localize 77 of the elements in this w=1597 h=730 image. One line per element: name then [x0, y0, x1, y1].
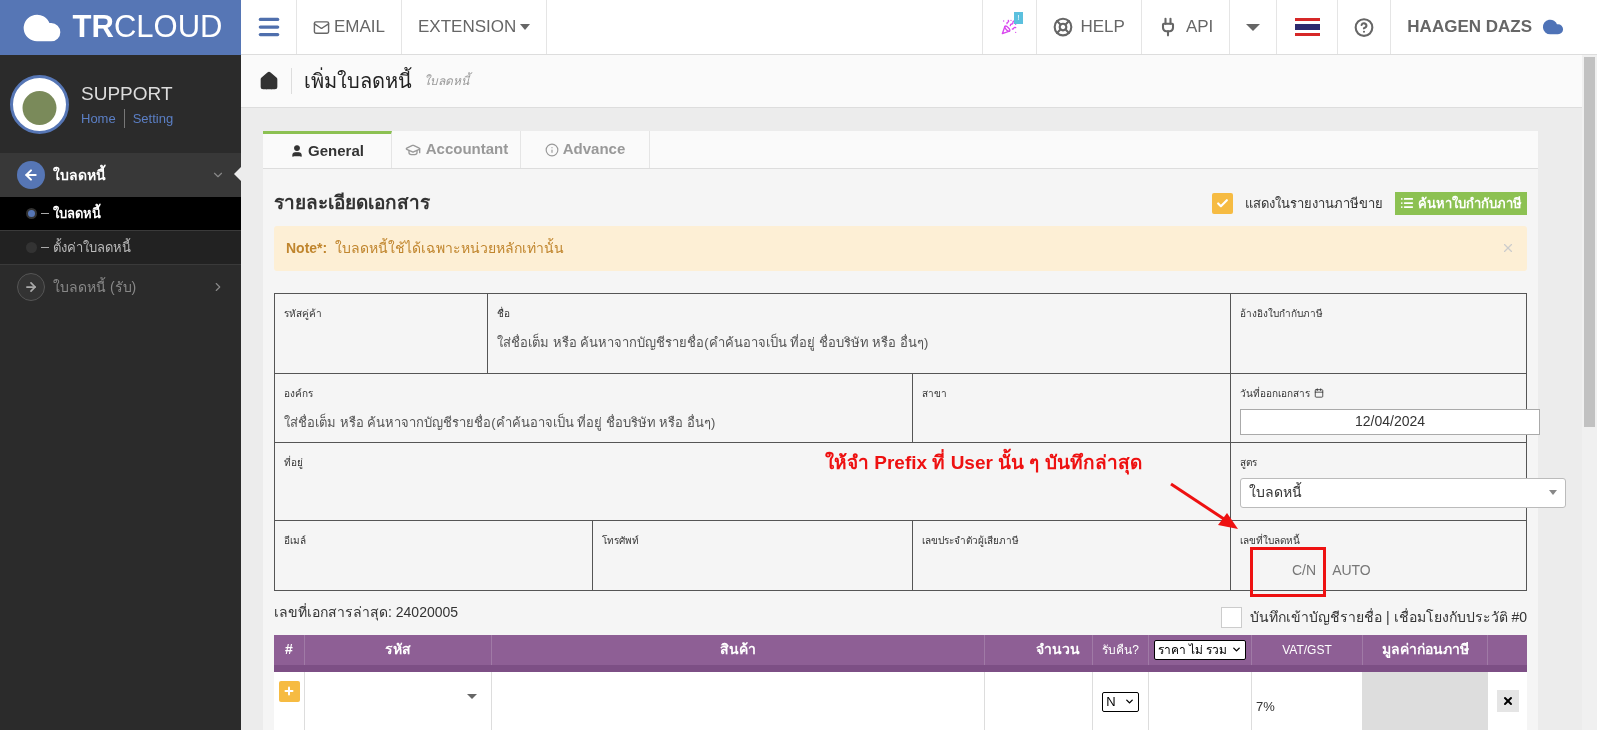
- sidebar-subitem[interactable]: ใบลดหนี้: [0, 197, 241, 231]
- profile-link[interactable]: Home: [81, 108, 116, 128]
- close-icon: [1501, 694, 1514, 707]
- sidebar-item[interactable]: ใบลดหนี้ (รับ): [0, 265, 241, 309]
- field-label: สูตร: [1240, 455, 1257, 470]
- arrow-left-icon: [23, 167, 39, 183]
- name-placeholder[interactable]: ใส่ชื่อเต็ม หรือ ค้นหาจากบัญชีรายชื่อ(คำค้นอาจเป็น ที่อยู่ ชื่อบริษัท หรือ อื่นๆ): [284, 412, 903, 432]
- field-label: อ้างอิงใบกำกับภาษี: [1240, 306, 1323, 321]
- column-header: VAT/GST: [1282, 641, 1332, 659]
- mail-icon: [313, 18, 330, 36]
- date-field[interactable]: 12/04/2024: [1240, 408, 1540, 435]
- column-header: รับคืน?: [1102, 641, 1139, 659]
- doc-number: AUTO: [1332, 560, 1371, 580]
- sidebar-item[interactable]: ใบลดหนี้: [0, 153, 241, 197]
- lifebuoy-icon: [1052, 17, 1073, 37]
- column-header: สินค้า: [720, 640, 756, 659]
- close-icon[interactable]: [1501, 241, 1515, 255]
- ledger-checkbox[interactable]: [1221, 606, 1243, 628]
- formula-select[interactable]: ใบลดหนี้: [1240, 477, 1566, 508]
- api-link[interactable]: API: [1140, 0, 1230, 54]
- profile-link[interactable]: Setting: [132, 108, 174, 128]
- active-pointer-icon: [234, 167, 241, 181]
- list-icon: [1400, 196, 1414, 211]
- annotation-arrow: [1169, 481, 1239, 530]
- column-header: มูลค่าก่อนภาษี: [1381, 640, 1469, 660]
- field-label: เลขที่ใบลดหนี้: [1240, 532, 1300, 548]
- field-label: อีเมล์: [284, 533, 306, 548]
- user-icon: [290, 144, 305, 158]
- help-link[interactable]: HELP: [1035, 0, 1141, 54]
- report-checkbox[interactable]: [1212, 192, 1233, 214]
- info-icon: [544, 142, 559, 157]
- flag-icon[interactable]: [1294, 18, 1320, 36]
- email-link[interactable]: EMAIL: [297, 0, 403, 54]
- field-label: รหัสคู่ค้า: [284, 306, 322, 321]
- annotation-text: ให้จำ Prefix ที่ User นั้น ๆ บันทึกล่าสุด: [825, 448, 1142, 477]
- extension-menu[interactable]: EXTENSION: [402, 0, 548, 54]
- price-select[interactable]: ราคา ไม่ รวม: [1153, 639, 1247, 660]
- party-popper-icon[interactable]: [1001, 19, 1017, 35]
- last-document-number: เลขที่เอกสารล่าสุด: 24020005: [274, 602, 459, 623]
- field-label: องค์กร: [284, 386, 313, 401]
- field-label: สาขา: [922, 386, 947, 401]
- help-icon[interactable]: [1354, 16, 1375, 38]
- note-text: Note*: ใบลดหนี้ใช้ได้เฉพาะหน่วยหลักเท่านั้น: [286, 237, 564, 258]
- chevron-down-icon: [1231, 644, 1243, 655]
- brand-logo[interactable]: TRCLOUD: [0, 0, 241, 55]
- doc-prefix: C/N: [1292, 560, 1317, 580]
- column-header: รหัส: [385, 640, 411, 659]
- add-row-button[interactable]: [278, 680, 300, 702]
- tab[interactable]: General: [263, 131, 392, 168]
- check-icon: [1216, 196, 1229, 210]
- section-title: รายละเอียดเอกสาร: [274, 191, 430, 215]
- arrow-right-icon: [24, 280, 38, 294]
- scrollbar[interactable]: [1582, 55, 1597, 730]
- chevron-down-icon: [1123, 696, 1135, 707]
- field-label: เลขประจำตัวผู้เสียภาษี: [922, 533, 1019, 548]
- return-select[interactable]: N: [1102, 691, 1139, 712]
- checkbox-label: แสดงในรายงานภาษีขาย: [1245, 194, 1383, 213]
- column-header: #: [285, 640, 293, 659]
- page-title: เพิ่มใบลดหนี้: [304, 66, 412, 96]
- field-label: ที่อยู่: [284, 454, 303, 470]
- avatar: [10, 74, 69, 134]
- caret-icon[interactable]: [1246, 23, 1261, 31]
- sidebar-subitem[interactable]: ตั้งค่าใบลดหนี้: [0, 231, 241, 265]
- field-label: โทรศัพท์: [602, 533, 639, 548]
- field-label: วันที่ออกเอกสาร: [1240, 385, 1310, 401]
- ledger-label: บันทึกเข้าบัญชีรายชื่อ | เชื่อมโยงกับประวัติ #0: [1250, 607, 1527, 627]
- profile-name: SUPPORT: [81, 82, 174, 106]
- calendar-icon: [1314, 388, 1324, 398]
- delete-row-button[interactable]: [1496, 689, 1519, 712]
- home-icon[interactable]: [259, 71, 279, 91]
- field-label: ชื่อ: [497, 305, 510, 321]
- vat-rate: 7%: [1256, 698, 1275, 714]
- user-menu[interactable]: HAAGEN DAZS: [1390, 0, 1582, 54]
- name-placeholder[interactable]: ใส่ชื่อเต็ม หรือ ค้นหาจากบัญชีรายชื่อ(คำค้นอาจเป็น ที่อยู่ ชื่อบริษัท หรือ อื่นๆ): [497, 332, 1221, 352]
- notification-badge: !: [1014, 12, 1023, 24]
- column-header: จำนวน: [1036, 640, 1080, 659]
- plus-icon: [283, 685, 295, 697]
